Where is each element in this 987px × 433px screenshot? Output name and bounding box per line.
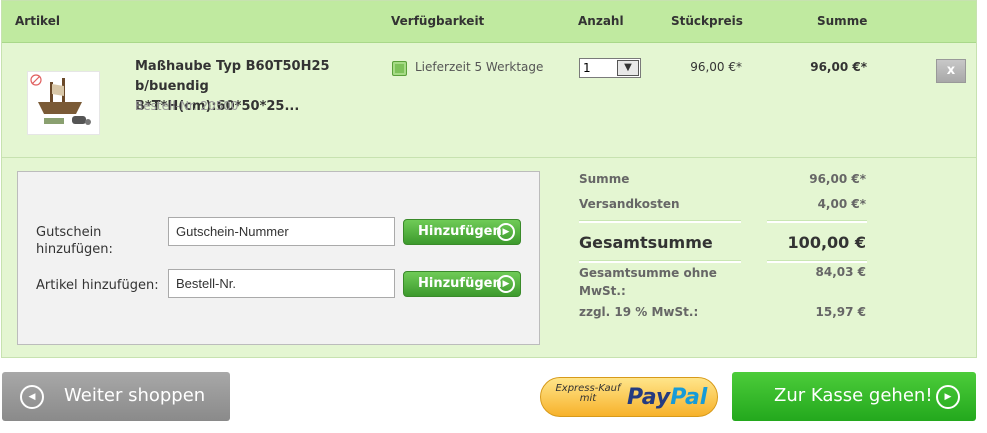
net-total-label: Gesamtsumme ohne MwSt.: (579, 266, 717, 298)
paypal-express-button[interactable]: Express-Kauf mit PayPal (540, 377, 718, 417)
continue-shopping-button[interactable]: ◀ Weiter shoppen (2, 372, 230, 421)
tax-value: 15,97 € (815, 305, 866, 319)
product-order-number: Bestell-Nr. 20500 (135, 99, 239, 113)
divider (767, 260, 867, 263)
divider (579, 220, 741, 223)
header-quantity: Anzahl (578, 14, 624, 28)
shipping-value: 4,00 €* (817, 197, 866, 211)
quantity-select[interactable]: 1 ▼ (579, 58, 641, 78)
add-coupon-button[interactable]: Hinzufügen ▶ (403, 219, 521, 245)
header-sum: Summe (817, 14, 868, 28)
product-thumbnail[interactable] (27, 71, 100, 135)
quantity-value: 1 (583, 61, 591, 75)
divider (579, 260, 741, 263)
add-article-label: Hinzufügen (418, 276, 502, 291)
checkout-label: Zur Kasse gehen! (774, 385, 933, 406)
add-article-button[interactable]: Hinzufügen ▶ (403, 271, 521, 297)
net-total-value: 84,03 € (815, 265, 866, 279)
arrow-right-icon: ▶ (497, 275, 515, 293)
tax-label: zzgl. 19 % MwSt.: (579, 305, 699, 319)
shipping-label: Versandkosten (579, 197, 680, 211)
divider (767, 220, 867, 223)
cart-item-row: Maßhaube Typ B60T50H25 b/buendig B*T*H(c… (2, 43, 976, 158)
arrow-left-icon: ◀ (20, 385, 44, 409)
product-image-icon (28, 72, 99, 134)
add-coupon-label: Hinzufügen (418, 224, 502, 239)
paypal-logo: PayPal (627, 385, 708, 410)
chevron-down-icon[interactable]: ▼ (617, 60, 639, 76)
arrow-right-icon: ▶ (497, 223, 515, 241)
header-unit-price: Stückpreis (671, 14, 743, 28)
availability-text: Lieferzeit 5 Werktage (415, 60, 544, 74)
paypal-express-text: Express-Kauf mit (555, 383, 621, 404)
unit-price: 96,00 €* (690, 60, 742, 74)
cart-header: Artikel Verfügbarkeit Anzahl Stückpreis … (2, 1, 976, 43)
cart-table: Artikel Verfügbarkeit Anzahl Stückpreis … (1, 0, 977, 358)
header-article: Artikel (15, 14, 60, 28)
checkout-button[interactable]: Zur Kasse gehen! ▶ (732, 372, 976, 421)
header-availability: Verfügbarkeit (391, 14, 485, 28)
arrow-right-icon: ▶ (936, 385, 960, 409)
coupon-input[interactable] (168, 217, 395, 246)
article-number-input[interactable] (168, 269, 395, 298)
remove-item-button[interactable]: x (936, 59, 966, 83)
grand-total-value: 100,00 € (787, 233, 866, 252)
item-sum: 96,00 €* (810, 60, 867, 74)
grand-total-label: Gesamtsumme (579, 233, 713, 252)
subtotal-label: Summe (579, 172, 630, 186)
continue-shopping-label: Weiter shoppen (64, 385, 206, 406)
subtotal-value: 96,00 €* (809, 172, 866, 186)
voucher-box: Gutschein hinzufügen: Hinzufügen ▶ Artik… (17, 171, 540, 345)
coupon-label: Gutschein hinzufügen: (36, 225, 113, 257)
article-label: Artikel hinzufügen: (36, 278, 159, 293)
availability-status-icon (392, 61, 407, 76)
